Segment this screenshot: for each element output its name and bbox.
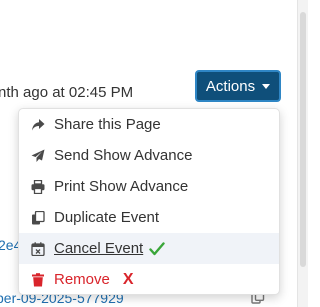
menu-item-label: Remove (54, 271, 110, 288)
menu-item-label: Print Show Advance (54, 178, 189, 195)
trash-icon (31, 272, 45, 287)
caret-down-icon (262, 84, 271, 89)
check-icon (149, 241, 165, 256)
scrollbar[interactable] (297, 0, 308, 307)
menu-item-send-show-advance[interactable]: Send Show Advance (19, 140, 279, 171)
actions-dropdown-menu: Share this Page Send Show Advance Print … (18, 108, 280, 295)
menu-item-remove[interactable]: Remove X (19, 264, 279, 295)
x-marker: X (122, 270, 134, 288)
actions-button-label: Actions (205, 77, 256, 95)
share-icon (31, 118, 45, 132)
event-timestamp: nth ago at 02:45 PM (0, 84, 134, 101)
send-icon (31, 149, 45, 163)
duplicate-icon (31, 210, 45, 225)
menu-item-label: Share this Page (54, 116, 161, 133)
page: nth ago at 02:45 PM Actions 2e4 ber-09-2… (0, 0, 308, 307)
actions-button[interactable]: Actions (195, 70, 281, 102)
menu-item-cancel-event[interactable]: Cancel Event (19, 233, 279, 264)
menu-item-label: Duplicate Event (54, 209, 160, 226)
menu-item-label: Cancel Event (54, 240, 144, 257)
scrollbar-thumb[interactable] (300, 12, 306, 267)
menu-item-label: Send Show Advance (54, 147, 193, 164)
menu-item-share-page[interactable]: Share this Page (19, 109, 279, 140)
print-icon (31, 179, 45, 194)
menu-item-duplicate-event[interactable]: Duplicate Event (19, 202, 279, 233)
menu-item-print-show-advance[interactable]: Print Show Advance (19, 171, 279, 202)
calendar-x-icon (31, 241, 45, 256)
